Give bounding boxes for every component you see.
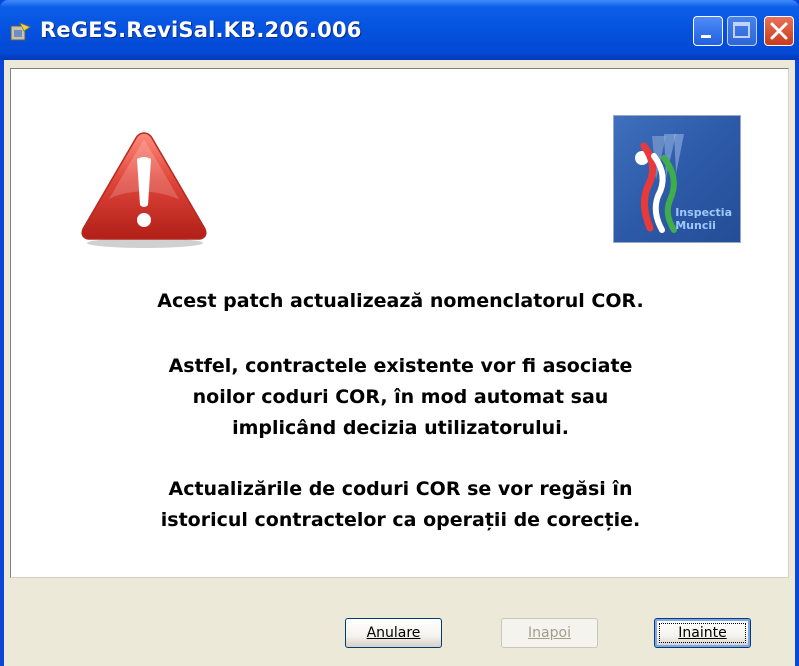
installer-window: ReGES.ReviSal.KB.206.006 Inspectia Munci… [0, 0, 799, 666]
message-line: Astfel, contractele existente vor fi aso… [168, 355, 633, 377]
message-line: istoricul contractelor ca operații de co… [160, 509, 641, 531]
content-panel: Inspectia Muncii Acest patch actualizeaz… [10, 68, 789, 578]
installer-app-icon [10, 22, 31, 41]
warning-icon [81, 132, 207, 248]
cancel-button[interactable]: Anulare [345, 618, 442, 648]
close-button[interactable] [764, 16, 794, 46]
cancel-button-label: Anulare [366, 625, 421, 641]
title-bar[interactable]: ReGES.ReviSal.KB.206.006 [0, 0, 799, 60]
next-button[interactable]: Inainte [654, 618, 751, 648]
message-paragraph-2: Astfel, contractele existente vor fi aso… [11, 351, 790, 444]
message-line: Acest patch actualizează nomenclatorul C… [157, 290, 644, 312]
back-button: Inapoi [501, 618, 598, 648]
back-button-label: Inapoi [528, 625, 571, 641]
message-paragraph-3: Actualizările de coduri COR se vor regăs… [11, 474, 790, 536]
message-line: implicând decizia utilizatorului. [232, 417, 569, 439]
close-icon [770, 22, 788, 40]
maximize-button[interactable] [727, 16, 757, 46]
dialog-client-area: Inspectia Muncii Acest patch actualizeaz… [4, 60, 795, 666]
minimize-icon [701, 35, 711, 38]
message-paragraph-1: Acest patch actualizează nomenclatorul C… [11, 286, 790, 317]
inspectia-muncii-logo: Inspectia Muncii [613, 115, 741, 243]
logo-text-line2: Muncii [675, 219, 716, 232]
minimize-button[interactable] [693, 16, 723, 46]
window-title: ReGES.ReviSal.KB.206.006 [40, 18, 362, 42]
logo-text-line1: Inspectia [675, 206, 732, 219]
maximize-icon [733, 22, 750, 38]
logo-text: Inspectia Muncii [675, 206, 732, 232]
message-line: noilor coduri COR, în mod automat sau [192, 386, 609, 408]
next-button-label: Inainte [678, 625, 727, 641]
message-line: Actualizările de coduri COR se vor regăs… [168, 478, 633, 500]
